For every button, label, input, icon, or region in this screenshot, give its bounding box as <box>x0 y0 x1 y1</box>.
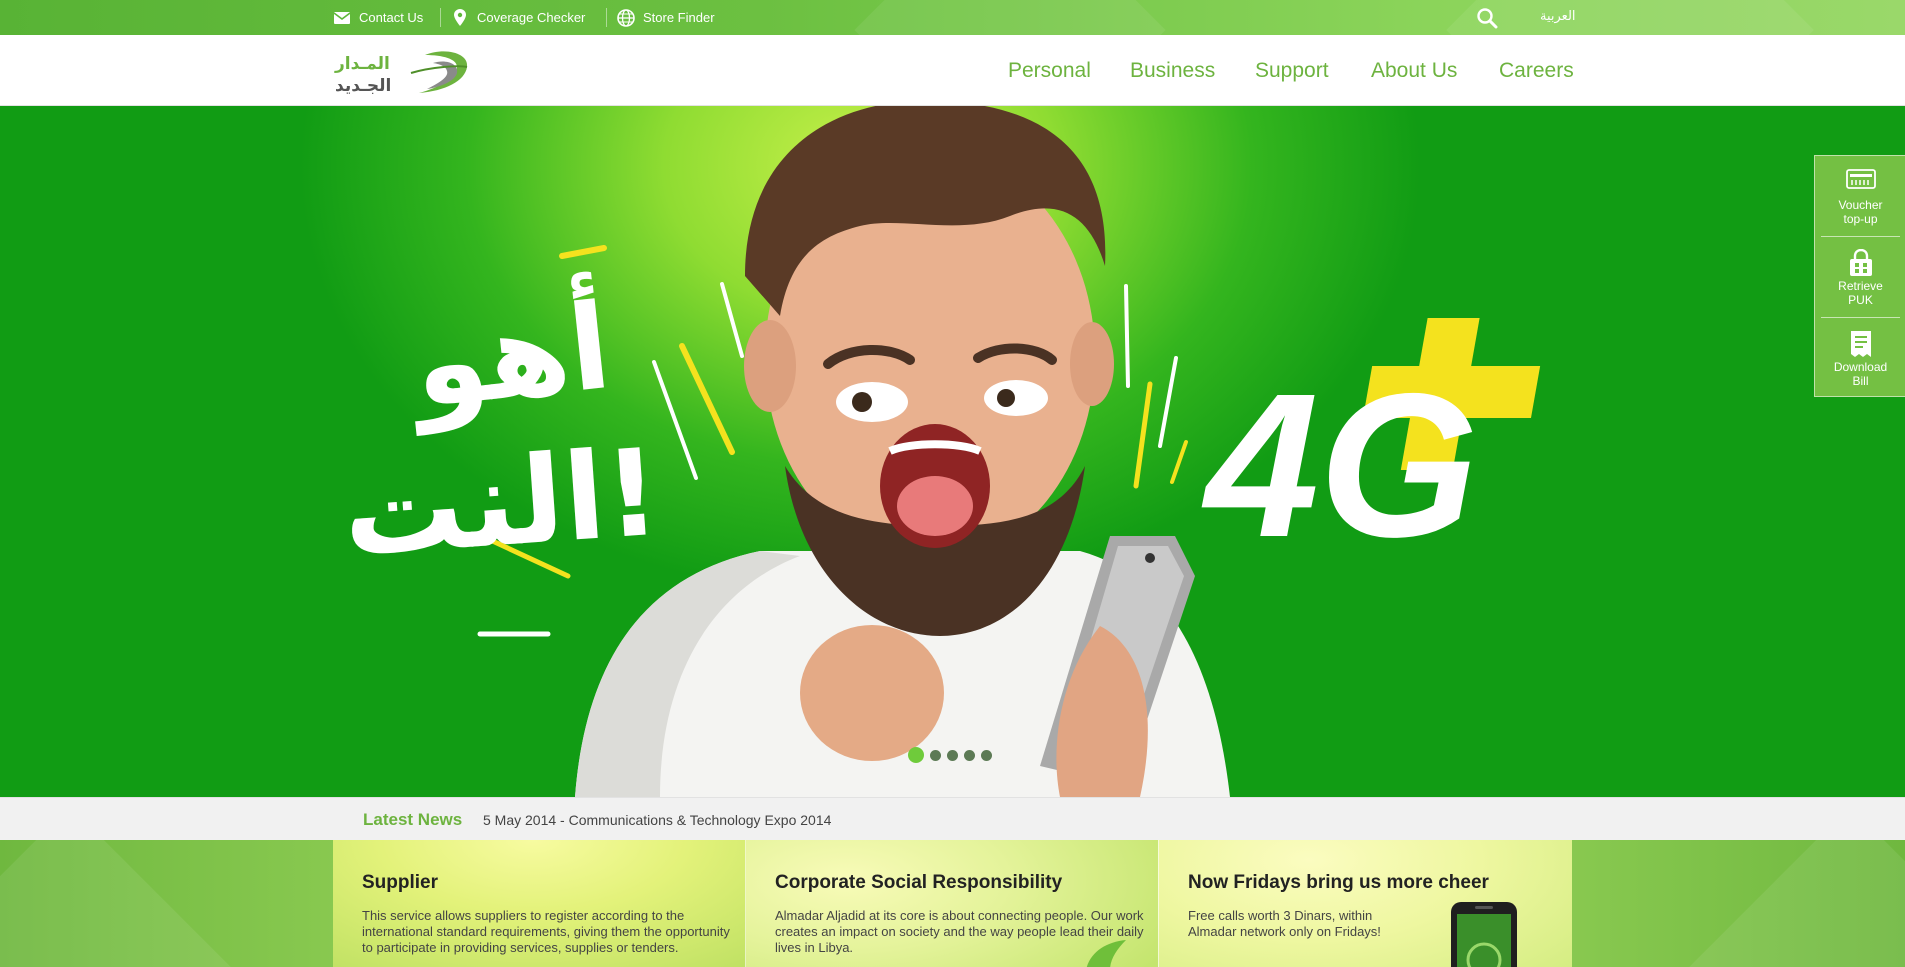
latest-news-label: Latest News <box>363 810 463 829</box>
divider <box>606 8 607 27</box>
coverage-checker-link[interactable]: Coverage Checker <box>451 0 585 35</box>
nav-careers[interactable]: Careers <box>1499 59 1574 83</box>
voucher-topup-button[interactable]: Voucher top-up <box>1815 156 1905 236</box>
hero-banner[interactable]: أهو النت! 4G <box>0 106 1905 797</box>
contact-us-label: Contact Us <box>359 10 424 25</box>
envelope-icon <box>333 9 351 27</box>
coverage-checker-label: Coverage Checker <box>477 10 586 25</box>
fridays-card-text: Free calls worth 3 Dinars, within Almada… <box>1188 908 1381 939</box>
latest-news-strip: Latest News 5 May 2014 - Communications … <box>0 797 1905 840</box>
voucher-icon <box>1845 168 1876 194</box>
hero-headline-line1: أهو <box>401 269 617 436</box>
site-header: المـدار الجـديد Personal Business Suppor… <box>0 35 1905 106</box>
puk-label-line2: PUK <box>1848 293 1873 307</box>
supplier-card[interactable]: Supplier This service allows suppliers t… <box>333 840 746 967</box>
nav-personal[interactable]: Personal <box>1008 59 1091 83</box>
store-finder-label: Store Finder <box>643 10 715 25</box>
brand-logo[interactable]: المـدار الجـديد <box>333 47 473 97</box>
globe-icon <box>617 8 635 27</box>
bill-label-line1: Download <box>1833 360 1888 374</box>
search-icon[interactable] <box>1476 7 1498 29</box>
slide-dot-1[interactable] <box>908 747 924 763</box>
logo-text-line2: الجـديد <box>335 76 391 96</box>
slide-dot-4[interactable] <box>964 749 975 761</box>
smartphone-image <box>1451 902 1517 967</box>
slide-dot-5[interactable] <box>981 749 992 761</box>
news-ticker-item[interactable]: 5 May 2014 - Communications & Technology… <box>483 812 831 828</box>
fridays-offer-card[interactable]: Now Fridays bring us more cheer Free cal… <box>1159 840 1572 967</box>
voucher-label-line1: Voucher <box>1838 198 1883 212</box>
contact-us-link[interactable]: Contact Us <box>333 0 423 35</box>
puk-label-line1: Retrieve <box>1838 279 1883 293</box>
hero-artwork: أهو النت! 4G <box>338 106 1541 797</box>
hero-person-illustration <box>575 106 1230 797</box>
csr-card[interactable]: Corporate Social Responsibility Almadar … <box>746 840 1159 967</box>
download-bill-button[interactable]: Download Bill <box>1815 318 1905 398</box>
slide-dot-2[interactable] <box>930 749 941 761</box>
bill-label-line2: Bill <box>1852 374 1869 388</box>
quick-links-panel: Voucher top-up Retrieve PUK Download Bil… <box>1814 155 1905 397</box>
language-switch[interactable]: العربية <box>1540 8 1576 24</box>
csr-card-title: Corporate Social Responsibility <box>775 872 1063 893</box>
divider <box>440 8 441 27</box>
fridays-card-title: Now Fridays bring us more cheer <box>1188 872 1489 893</box>
slide-dot-3[interactable] <box>947 749 958 761</box>
nav-support[interactable]: Support <box>1255 59 1329 83</box>
hero-headline-line2: النت! <box>338 424 664 585</box>
retrieve-puk-button[interactable]: Retrieve PUK <box>1815 237 1905 317</box>
bill-icon <box>1846 330 1876 357</box>
sim-lock-icon <box>1846 248 1876 276</box>
slider-pagination <box>908 747 992 763</box>
csr-card-text: Almadar Aljadid at its core is about con… <box>775 908 1144 955</box>
nav-about-us[interactable]: About Us <box>1371 59 1457 83</box>
nav-business[interactable]: Business <box>1130 59 1215 83</box>
4g-plus-badge: 4G <box>1201 318 1541 580</box>
store-finder-link[interactable]: Store Finder <box>617 0 715 35</box>
4g-label: 4G <box>1201 351 1478 580</box>
supplier-card-text: This service allows suppliers to registe… <box>362 908 730 955</box>
voucher-label-line2: top-up <box>1843 212 1878 226</box>
top-utility-bar: Contact Us Coverage Checker Store Finder… <box>0 0 1905 35</box>
map-pin-icon <box>451 9 469 27</box>
logo-text-line1: المـدار <box>334 54 390 74</box>
supplier-card-title: Supplier <box>362 872 439 893</box>
